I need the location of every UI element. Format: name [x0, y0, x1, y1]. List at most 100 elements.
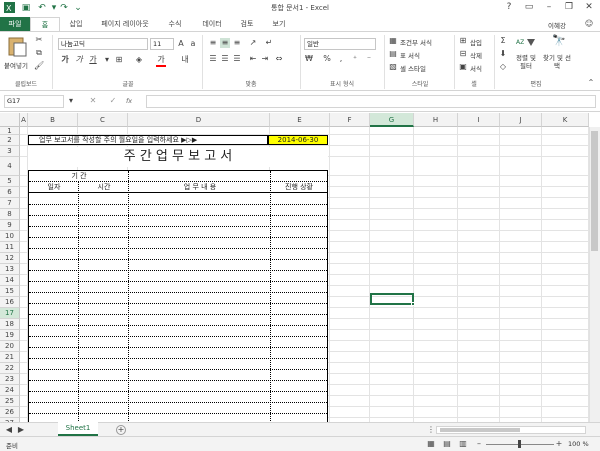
row-header-8[interactable]: 8: [0, 209, 20, 220]
increase-decimal-icon[interactable]: ⁺: [350, 54, 360, 64]
start-date-cell[interactable]: 2014-06-30: [268, 135, 328, 145]
insert-cells-icon[interactable]: ⊞: [458, 36, 468, 46]
font-name-combo[interactable]: 나눔고딕: [58, 38, 148, 50]
page-layout-view-icon[interactable]: ▤: [442, 439, 452, 449]
insert-cells-button[interactable]: 삽입: [470, 37, 482, 47]
phonetic-icon[interactable]: 내: [180, 55, 190, 65]
row-header-14[interactable]: 14: [0, 275, 20, 286]
currency-icon[interactable]: ₩: [304, 54, 314, 64]
next-sheet-icon[interactable]: ▶: [16, 425, 26, 435]
sheet-tab-options-icon[interactable]: ⋮: [426, 425, 436, 435]
decrease-decimal-icon[interactable]: ⁻: [364, 54, 374, 64]
row-header-16[interactable]: 16: [0, 297, 20, 308]
outdent-icon[interactable]: ⇥: [260, 54, 270, 64]
shrink-font-icon[interactable]: a: [188, 39, 198, 49]
autosum-icon[interactable]: Σ: [498, 36, 508, 46]
percent-icon[interactable]: %: [322, 54, 332, 64]
row-header-12[interactable]: 12: [0, 253, 20, 264]
conditional-format-button[interactable]: 조건부 서식: [400, 37, 432, 47]
insert-function-icon[interactable]: fx: [126, 97, 132, 105]
zoom-level[interactable]: 100 %: [568, 440, 589, 448]
fill-handle[interactable]: [411, 302, 415, 306]
wrap-text-icon[interactable]: ↵: [264, 38, 274, 48]
row-header-3[interactable]: 3: [0, 146, 20, 157]
row-header-13[interactable]: 13: [0, 264, 20, 275]
col-content-header[interactable]: 업 무 내 용: [129, 182, 271, 192]
find-select-icon[interactable]: 🔭: [552, 35, 566, 50]
conditional-format-icon[interactable]: ▦: [388, 36, 398, 46]
worksheet-grid[interactable]: ABCDEFGHIJK 1 2 3 4 5 6 7 8 9 10 11 12 13 14 15 16 17 18 1…: [0, 113, 600, 422]
cut-icon[interactable]: ✂: [34, 35, 44, 45]
delete-cells-icon[interactable]: ⊟: [458, 49, 468, 59]
row-header-1[interactable]: 1: [0, 127, 20, 135]
borders-icon[interactable]: ⊞: [114, 55, 124, 65]
find-select-button[interactable]: 찾기 및 선택: [542, 54, 572, 70]
collapse-ribbon-icon[interactable]: ⌃: [586, 78, 596, 88]
page-break-view-icon[interactable]: ▥: [458, 439, 468, 449]
tab-view[interactable]: 보기: [264, 17, 294, 31]
user-avatar-icon[interactable]: ☺: [584, 19, 594, 29]
row-header-25[interactable]: 25: [0, 396, 20, 407]
tab-review[interactable]: 검토: [232, 17, 262, 31]
formula-input[interactable]: [146, 95, 596, 108]
row-header-15[interactable]: 15: [0, 286, 20, 297]
column-header-d[interactable]: D: [128, 113, 270, 127]
column-header-a[interactable]: A: [20, 113, 28, 127]
row-header-11[interactable]: 11: [0, 242, 20, 253]
tab-formulas[interactable]: 수식: [160, 17, 190, 31]
fill-color-icon[interactable]: ◈: [134, 55, 144, 65]
tab-home[interactable]: 홈: [30, 17, 60, 31]
column-header-e[interactable]: E: [270, 113, 330, 127]
copy-icon[interactable]: ⧉: [34, 48, 44, 58]
zoom-out-icon[interactable]: –: [474, 439, 484, 449]
column-header-c[interactable]: C: [78, 113, 128, 127]
col-status-header[interactable]: 진행 상황: [271, 182, 327, 192]
column-header-i[interactable]: I: [458, 113, 500, 127]
column-header-b[interactable]: B: [28, 113, 78, 127]
underline-dropdown-icon[interactable]: ▾: [102, 55, 112, 65]
prev-sheet-icon[interactable]: ◀: [4, 425, 14, 435]
row-header-24[interactable]: 24: [0, 385, 20, 396]
zoom-slider-thumb[interactable]: [518, 440, 521, 448]
font-color-icon[interactable]: 가: [156, 55, 166, 65]
format-table-icon[interactable]: ▤: [388, 49, 398, 59]
ribbon-display-icon[interactable]: ▭: [520, 0, 538, 14]
row-header-17[interactable]: 17: [0, 308, 20, 319]
number-format-combo[interactable]: 일반: [304, 38, 376, 50]
format-table-button[interactable]: 표 서식: [400, 50, 420, 60]
col-time-header[interactable]: 시간: [79, 182, 129, 192]
indent-icon[interactable]: ⇤: [248, 54, 258, 64]
row-header-5[interactable]: 5: [0, 176, 20, 187]
grow-font-icon[interactable]: A: [176, 39, 186, 49]
row-header-2[interactable]: 2: [0, 135, 20, 146]
vertical-scroll-thumb[interactable]: [591, 131, 598, 251]
row-header-22[interactable]: 22: [0, 363, 20, 374]
restore-icon[interactable]: ❐: [560, 0, 578, 14]
row-header-10[interactable]: 10: [0, 231, 20, 242]
merge-center-icon[interactable]: ⇔: [274, 54, 284, 64]
align-right-icon[interactable]: ☰: [232, 54, 242, 64]
tab-data[interactable]: 데이터: [194, 17, 230, 31]
col-date-header[interactable]: 일자: [29, 182, 79, 192]
align-middle-icon[interactable]: ≡: [220, 38, 230, 48]
delete-cells-button[interactable]: 삭제: [470, 50, 482, 60]
row-header-21[interactable]: 21: [0, 352, 20, 363]
row-header-26[interactable]: 26: [0, 407, 20, 418]
bold-icon[interactable]: 가: [60, 55, 70, 65]
enter-icon[interactable]: ✓: [108, 96, 118, 106]
column-header-g[interactable]: G: [370, 113, 414, 127]
row-header-19[interactable]: 19: [0, 330, 20, 341]
fill-icon[interactable]: ⬇: [498, 49, 508, 59]
column-header-h[interactable]: H: [414, 113, 458, 127]
font-size-combo[interactable]: 11: [150, 38, 174, 50]
comma-style-icon[interactable]: ,: [336, 54, 346, 64]
sort-filter-button[interactable]: 정렬 및 필터: [512, 54, 540, 70]
row-header-9[interactable]: 9: [0, 220, 20, 231]
column-header-k[interactable]: K: [542, 113, 589, 127]
tab-insert[interactable]: 삽입: [62, 17, 90, 31]
close-icon[interactable]: ✕: [580, 0, 598, 14]
row-header-20[interactable]: 20: [0, 341, 20, 352]
help-icon[interactable]: ?: [500, 0, 518, 14]
row-header-6[interactable]: 6: [0, 187, 20, 198]
instruction-cell[interactable]: 업무 보고서를 작성할 주의 월요일을 입력하세요 ▶▷▶: [28, 135, 268, 145]
